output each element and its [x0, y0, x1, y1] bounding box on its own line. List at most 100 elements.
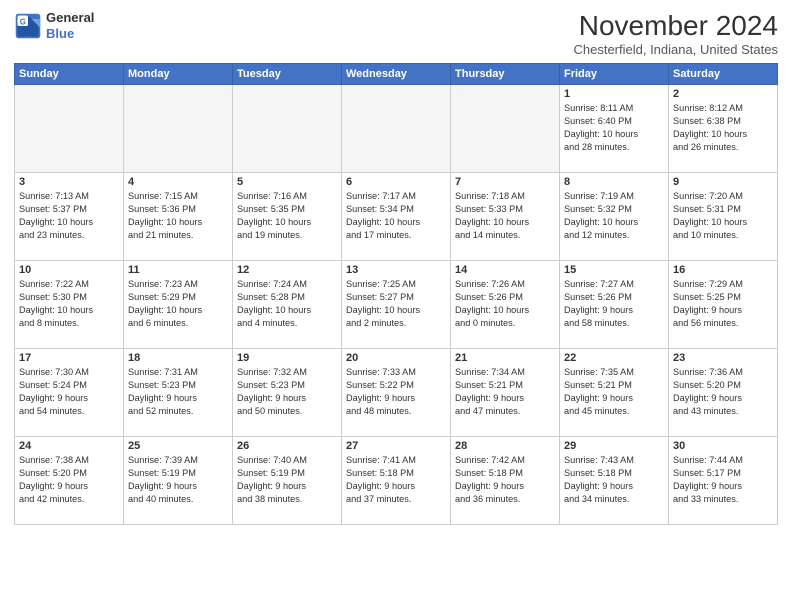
- day-number: 14: [455, 264, 555, 276]
- day-number: 15: [564, 264, 664, 276]
- day-info: Sunrise: 7:34 AM Sunset: 5:21 PM Dayligh…: [455, 366, 555, 418]
- day-number: 24: [19, 440, 119, 452]
- header: G General Blue November 2024 Chesterfiel…: [14, 10, 778, 57]
- calendar-cell: 11Sunrise: 7:23 AM Sunset: 5:29 PM Dayli…: [124, 261, 233, 349]
- day-info: Sunrise: 7:20 AM Sunset: 5:31 PM Dayligh…: [673, 190, 773, 242]
- day-number: 11: [128, 264, 228, 276]
- day-info: Sunrise: 7:43 AM Sunset: 5:18 PM Dayligh…: [564, 454, 664, 506]
- day-info: Sunrise: 7:36 AM Sunset: 5:20 PM Dayligh…: [673, 366, 773, 418]
- weekday-header-saturday: Saturday: [669, 64, 778, 85]
- calendar-table: SundayMondayTuesdayWednesdayThursdayFrid…: [14, 63, 778, 525]
- day-info: Sunrise: 7:22 AM Sunset: 5:30 PM Dayligh…: [19, 278, 119, 330]
- calendar-cell: [451, 85, 560, 173]
- calendar-cell: 7 Sunrise: 7:18 AM Sunset: 5:33 PM Daylig…: [451, 173, 560, 261]
- calendar-cell: 19Sunrise: 7:32 AM Sunset: 5:23 PM Dayli…: [233, 349, 342, 437]
- calendar-cell: 5 Sunrise: 7:16 AM Sunset: 5:35 PM Daylig…: [233, 173, 342, 261]
- calendar-cell: 29 Sunrise: 7:43 AM Sunset: 5:18 PM Dayli…: [560, 437, 669, 525]
- day-info: Sunrise: 7:15 AM Sunset: 5:36 PM Dayligh…: [128, 190, 228, 242]
- day-number: 28: [455, 440, 555, 452]
- day-info: Sunrise: 7:27 AM Sunset: 5:26 PM Dayligh…: [564, 278, 664, 330]
- calendar-cell: 13 Sunrise: 7:25 AM Sunset: 5:27 PM Dayli…: [342, 261, 451, 349]
- day-number: 30: [673, 440, 773, 452]
- day-number: 8: [564, 176, 664, 188]
- day-info: Sunrise: 7:41 AM Sunset: 5:18 PM Dayligh…: [346, 454, 446, 506]
- calendar-cell: 28 Sunrise: 7:42 AM Sunset: 5:18 PM Dayli…: [451, 437, 560, 525]
- day-number: 7: [455, 176, 555, 188]
- calendar-cell: 30 Sunrise: 7:44 AM Sunset: 5:17 PM Dayli…: [669, 437, 778, 525]
- calendar-cell: 6 Sunrise: 7:17 AM Sunset: 5:34 PM Daylig…: [342, 173, 451, 261]
- logo-line1: General: [46, 10, 94, 26]
- weekday-header-monday: Monday: [124, 64, 233, 85]
- day-number: 29: [564, 440, 664, 452]
- day-number: 19: [237, 352, 337, 364]
- logo: G General Blue: [14, 10, 94, 41]
- week-row-4: 17Sunrise: 7:30 AM Sunset: 5:24 PM Dayli…: [15, 349, 778, 437]
- weekday-header-wednesday: Wednesday: [342, 64, 451, 85]
- day-number: 3: [19, 176, 119, 188]
- day-info: Sunrise: 7:44 AM Sunset: 5:17 PM Dayligh…: [673, 454, 773, 506]
- day-info: Sunrise: 8:11 AM Sunset: 6:40 PM Dayligh…: [564, 102, 664, 154]
- calendar-cell: 14 Sunrise: 7:26 AM Sunset: 5:26 PM Dayli…: [451, 261, 560, 349]
- title-block: November 2024 Chesterfield, Indiana, Uni…: [573, 10, 778, 57]
- calendar-cell: 15 Sunrise: 7:27 AM Sunset: 5:26 PM Dayli…: [560, 261, 669, 349]
- day-number: 21: [455, 352, 555, 364]
- day-info: Sunrise: 7:42 AM Sunset: 5:18 PM Dayligh…: [455, 454, 555, 506]
- calendar-cell: 16Sunrise: 7:29 AM Sunset: 5:25 PM Dayli…: [669, 261, 778, 349]
- calendar-cell: [342, 85, 451, 173]
- week-row-2: 3 Sunrise: 7:13 AM Sunset: 5:37 PM Daylig…: [15, 173, 778, 261]
- calendar-cell: 23 Sunrise: 7:36 AM Sunset: 5:20 PM Dayli…: [669, 349, 778, 437]
- svg-text:G: G: [20, 17, 26, 26]
- calendar-cell: 8 Sunrise: 7:19 AM Sunset: 5:32 PM Daylig…: [560, 173, 669, 261]
- location-subtitle: Chesterfield, Indiana, United States: [573, 42, 778, 57]
- day-number: 26: [237, 440, 337, 452]
- day-info: Sunrise: 7:19 AM Sunset: 5:32 PM Dayligh…: [564, 190, 664, 242]
- calendar-cell: 21 Sunrise: 7:34 AM Sunset: 5:21 PM Dayli…: [451, 349, 560, 437]
- calendar-cell: [15, 85, 124, 173]
- day-number: 25: [128, 440, 228, 452]
- day-number: 13: [346, 264, 446, 276]
- calendar-cell: 27Sunrise: 7:41 AM Sunset: 5:18 PM Dayli…: [342, 437, 451, 525]
- calendar-cell: [124, 85, 233, 173]
- calendar-cell: [233, 85, 342, 173]
- calendar-cell: 22Sunrise: 7:35 AM Sunset: 5:21 PM Dayli…: [560, 349, 669, 437]
- day-number: 2: [673, 88, 773, 100]
- day-number: 20: [346, 352, 446, 364]
- day-number: 6: [346, 176, 446, 188]
- day-number: 12: [237, 264, 337, 276]
- calendar-cell: 17Sunrise: 7:30 AM Sunset: 5:24 PM Dayli…: [15, 349, 124, 437]
- calendar-cell: 1Sunrise: 8:11 AM Sunset: 6:40 PM Daylig…: [560, 85, 669, 173]
- day-info: Sunrise: 7:26 AM Sunset: 5:26 PM Dayligh…: [455, 278, 555, 330]
- day-info: Sunrise: 7:38 AM Sunset: 5:20 PM Dayligh…: [19, 454, 119, 506]
- logo-text: General Blue: [46, 10, 94, 41]
- weekday-header-friday: Friday: [560, 64, 669, 85]
- day-info: Sunrise: 7:40 AM Sunset: 5:19 PM Dayligh…: [237, 454, 337, 506]
- calendar-cell: 9 Sunrise: 7:20 AM Sunset: 5:31 PM Daylig…: [669, 173, 778, 261]
- page: G General Blue November 2024 Chesterfiel…: [0, 0, 792, 612]
- logo-line2: Blue: [46, 26, 94, 42]
- day-info: Sunrise: 7:25 AM Sunset: 5:27 PM Dayligh…: [346, 278, 446, 330]
- calendar-cell: 26 Sunrise: 7:40 AM Sunset: 5:19 PM Dayli…: [233, 437, 342, 525]
- day-info: Sunrise: 7:35 AM Sunset: 5:21 PM Dayligh…: [564, 366, 664, 418]
- day-number: 5: [237, 176, 337, 188]
- weekday-header-tuesday: Tuesday: [233, 64, 342, 85]
- weekday-header-thursday: Thursday: [451, 64, 560, 85]
- day-info: Sunrise: 7:16 AM Sunset: 5:35 PM Dayligh…: [237, 190, 337, 242]
- calendar-cell: 25Sunrise: 7:39 AM Sunset: 5:19 PM Dayli…: [124, 437, 233, 525]
- day-info: Sunrise: 7:33 AM Sunset: 5:22 PM Dayligh…: [346, 366, 446, 418]
- day-number: 18: [128, 352, 228, 364]
- day-number: 4: [128, 176, 228, 188]
- day-info: Sunrise: 7:29 AM Sunset: 5:25 PM Dayligh…: [673, 278, 773, 330]
- day-info: Sunrise: 7:18 AM Sunset: 5:33 PM Dayligh…: [455, 190, 555, 242]
- calendar-cell: 20 Sunrise: 7:33 AM Sunset: 5:22 PM Dayli…: [342, 349, 451, 437]
- day-number: 9: [673, 176, 773, 188]
- day-number: 10: [19, 264, 119, 276]
- day-info: Sunrise: 7:17 AM Sunset: 5:34 PM Dayligh…: [346, 190, 446, 242]
- day-number: 23: [673, 352, 773, 364]
- calendar-cell: 3 Sunrise: 7:13 AM Sunset: 5:37 PM Daylig…: [15, 173, 124, 261]
- day-info: Sunrise: 8:12 AM Sunset: 6:38 PM Dayligh…: [673, 102, 773, 154]
- weekday-header-sunday: Sunday: [15, 64, 124, 85]
- weekday-header-row: SundayMondayTuesdayWednesdayThursdayFrid…: [15, 64, 778, 85]
- day-number: 17: [19, 352, 119, 364]
- month-title: November 2024: [573, 10, 778, 42]
- day-info: Sunrise: 7:13 AM Sunset: 5:37 PM Dayligh…: [19, 190, 119, 242]
